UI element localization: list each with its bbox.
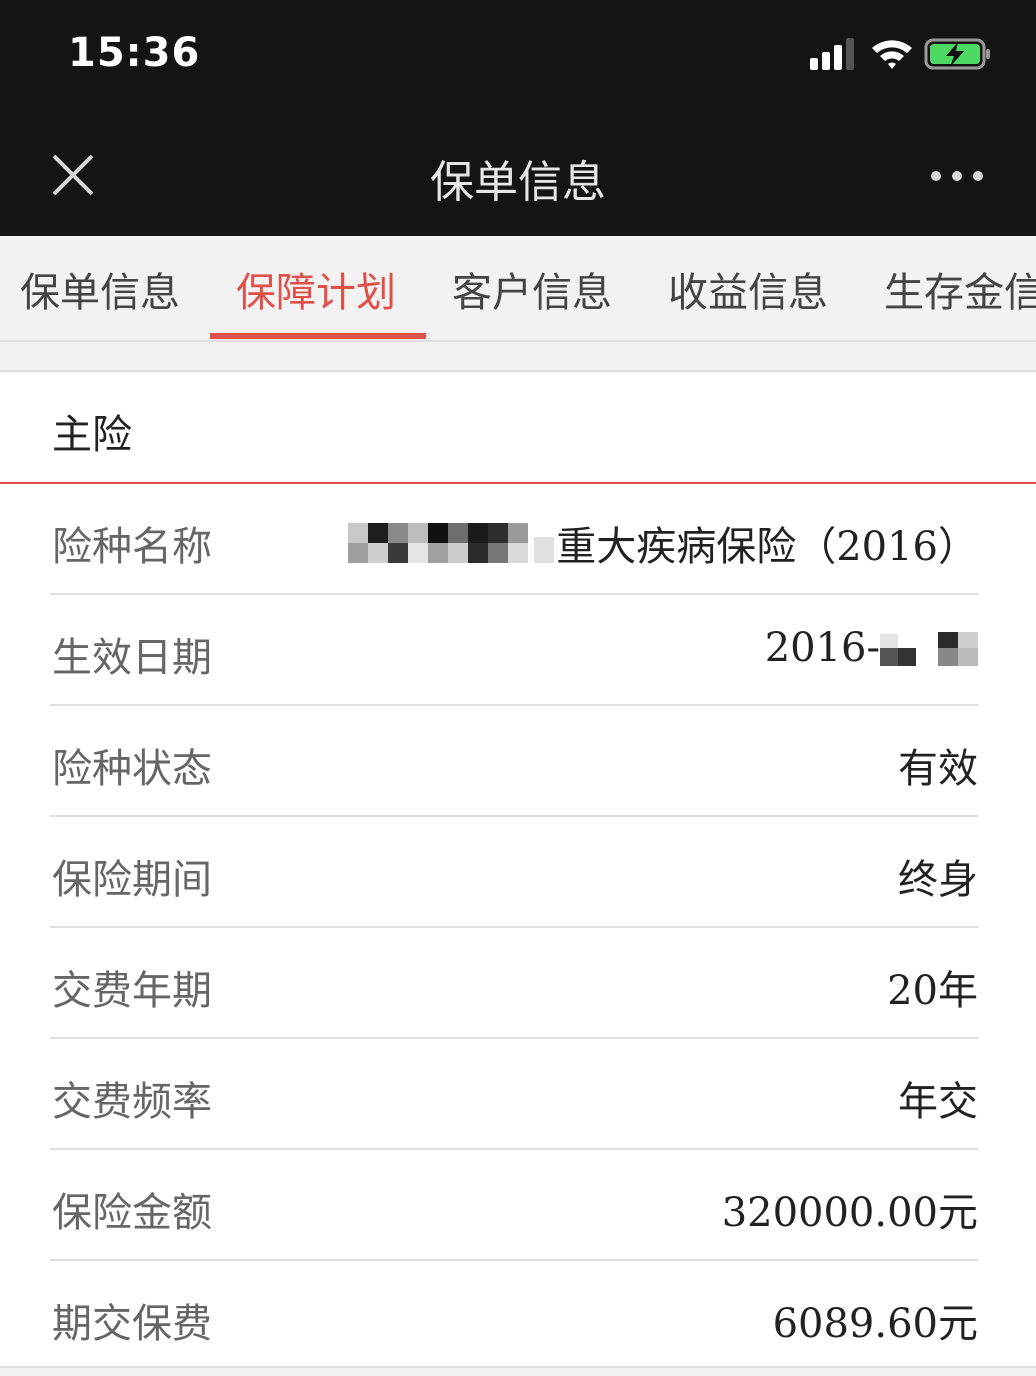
nav-bar: 保单信息 xyxy=(0,120,1036,236)
status-icons xyxy=(806,34,996,74)
redacted-block xyxy=(880,632,978,666)
list-item: 生效日期 2016- xyxy=(0,595,1036,706)
list-item: 险种名称 重大疾病保险（2016） xyxy=(0,484,1036,595)
row-value: 6089.60元 xyxy=(772,1301,978,1347)
tab-coverage-plan[interactable]: 保障计划 xyxy=(236,260,396,318)
row-value: 终身 xyxy=(898,857,978,903)
section-header: 主险 xyxy=(0,372,1036,484)
page-title: 保单信息 xyxy=(430,157,606,208)
tab-customer-info[interactable]: 客户信息 xyxy=(452,260,612,318)
row-label: 险种状态 xyxy=(52,746,212,792)
status-bar: 15:36 xyxy=(0,0,1036,120)
bottom-edge xyxy=(0,1366,1036,1376)
status-time: 15:36 xyxy=(68,30,201,76)
row-value: 2016- xyxy=(765,625,978,671)
section-gap xyxy=(0,342,1036,372)
product-name: 重大疾病保险（2016） xyxy=(556,524,978,570)
list-item: 期交保费 6089.60元 xyxy=(0,1261,1036,1366)
row-value: 320000.00元 xyxy=(721,1190,978,1236)
signal-icon xyxy=(810,38,854,70)
row-value: 有效 xyxy=(898,746,978,792)
wifi-icon xyxy=(872,40,912,69)
effective-date: 2016- xyxy=(764,625,880,671)
active-tab-indicator xyxy=(210,333,426,339)
tab-income-info[interactable]: 收益信息 xyxy=(668,260,828,318)
tab-survival-benefit[interactable]: 生存金信 xyxy=(884,260,1036,318)
redacted-block xyxy=(348,523,555,563)
row-label: 期交保费 xyxy=(52,1301,212,1347)
section-title: 主险 xyxy=(52,412,132,458)
row-label: 保险期间 xyxy=(52,857,212,903)
list-item: 保险金额 320000.00元 xyxy=(0,1150,1036,1261)
list-item: 保险期间 终身 xyxy=(0,817,1036,928)
row-value: 重大疾病保险（2016） xyxy=(348,514,978,572)
tab-bar: 保单信息 保障计划 客户信息 收益信息 生存金信 xyxy=(0,236,1036,342)
row-label: 交费频率 xyxy=(52,1079,212,1125)
row-label: 险种名称 xyxy=(52,524,212,570)
list-item: 交费年期 20年 xyxy=(0,928,1036,1039)
row-label: 保险金额 xyxy=(52,1190,212,1236)
battery-charging-icon xyxy=(924,38,990,70)
tab-policy-info[interactable]: 保单信息 xyxy=(20,260,180,318)
list-item: 险种状态 有效 xyxy=(0,706,1036,817)
list-item: 交费频率 年交 xyxy=(0,1039,1036,1150)
row-label: 交费年期 xyxy=(52,968,212,1014)
row-value: 20年 xyxy=(887,968,978,1014)
row-value: 年交 xyxy=(898,1079,978,1125)
more-icon[interactable] xyxy=(930,168,984,182)
row-label: 生效日期 xyxy=(52,635,212,681)
